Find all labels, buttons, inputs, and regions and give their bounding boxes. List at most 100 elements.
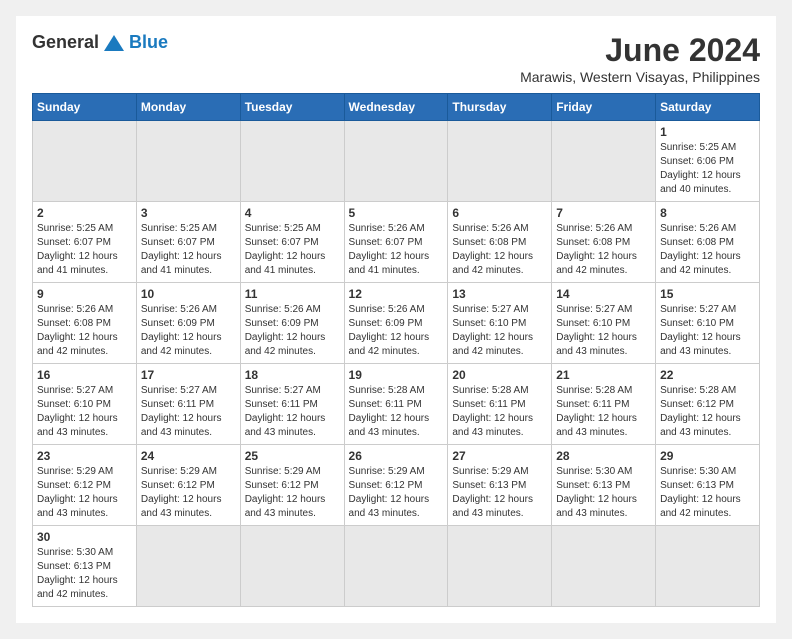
- calendar-cell: 17 Sunrise: 5:27 AM Sunset: 6:11 PM Dayli…: [136, 364, 240, 445]
- calendar-cell: 16Sunrise: 5:27 AM Sunset: 6:10 PM Dayli…: [33, 364, 137, 445]
- day-number: 23: [37, 449, 132, 463]
- calendar-cell: 7 Sunrise: 5:26 AM Sunset: 6:08 PM Daylig…: [552, 202, 656, 283]
- calendar-cell: 29Sunrise: 5:30 AM Sunset: 6:13 PM Dayli…: [656, 445, 760, 526]
- calendar-table: Sunday Monday Tuesday Wednesday Thursday…: [32, 93, 760, 607]
- day-info: Sunrise: 5:27 AM Sunset: 6:10 PM Dayligh…: [660, 303, 755, 359]
- day-info: Sunrise: 5:26 AM Sunset: 6:07 PM Dayligh…: [349, 222, 444, 278]
- day-number: 11: [245, 287, 340, 301]
- calendar-cell: [344, 526, 448, 607]
- calendar-cell: 25 Sunrise: 5:29 AM Sunset: 6:12 PM Dayli…: [240, 445, 344, 526]
- day-info: Sunrise: 5:29 AM Sunset: 6:12 PM Dayligh…: [245, 465, 340, 521]
- calendar-cell: 24 Sunrise: 5:29 AM Sunset: 6:12 PM Dayli…: [136, 445, 240, 526]
- day-info: Sunrise: 5:29 AM Sunset: 6:13 PM Dayligh…: [452, 465, 547, 521]
- calendar-cell: 30 Sunrise: 5:30 AM Sunset: 6:13 PM Dayli…: [33, 526, 137, 607]
- calendar-cell: 27 Sunrise: 5:29 AM Sunset: 6:13 PM Dayli…: [448, 445, 552, 526]
- day-info: Sunrise: 5:29 AM Sunset: 6:12 PM Dayligh…: [37, 465, 132, 521]
- day-number: 5: [349, 206, 444, 220]
- calendar-cell: [136, 526, 240, 607]
- day-number: 25: [245, 449, 340, 463]
- calendar-week-row: 2 Sunrise: 5:25 AM Sunset: 6:07 PM Daylig…: [33, 202, 760, 283]
- calendar-cell: 20 Sunrise: 5:28 AM Sunset: 6:11 PM Dayli…: [448, 364, 552, 445]
- day-info: Sunrise: 5:27 AM Sunset: 6:11 PM Dayligh…: [141, 384, 236, 440]
- day-info: Sunrise: 5:28 AM Sunset: 6:12 PM Dayligh…: [660, 384, 755, 440]
- day-number: 24: [141, 449, 236, 463]
- day-info: Sunrise: 5:28 AM Sunset: 6:11 PM Dayligh…: [452, 384, 547, 440]
- title-block: June 2024 Marawis, Western Visayas, Phil…: [520, 32, 760, 85]
- day-number: 6: [452, 206, 547, 220]
- col-saturday: Saturday: [656, 94, 760, 121]
- day-info: Sunrise: 5:26 AM Sunset: 6:08 PM Dayligh…: [452, 222, 547, 278]
- day-number: 3: [141, 206, 236, 220]
- calendar-cell: [33, 121, 137, 202]
- day-info: Sunrise: 5:26 AM Sunset: 6:09 PM Dayligh…: [349, 303, 444, 359]
- calendar-cell: 26Sunrise: 5:29 AM Sunset: 6:12 PM Dayli…: [344, 445, 448, 526]
- calendar-week-row: 23 Sunrise: 5:29 AM Sunset: 6:12 PM Dayli…: [33, 445, 760, 526]
- day-number: 9: [37, 287, 132, 301]
- day-info: Sunrise: 5:30 AM Sunset: 6:13 PM Dayligh…: [660, 465, 755, 521]
- col-sunday: Sunday: [33, 94, 137, 121]
- calendar-cell: 3Sunrise: 5:25 AM Sunset: 6:07 PM Daylig…: [136, 202, 240, 283]
- calendar-cell: [552, 526, 656, 607]
- calendar-week-row: 9 Sunrise: 5:26 AM Sunset: 6:08 PM Daylig…: [33, 283, 760, 364]
- calendar-week-row: 16Sunrise: 5:27 AM Sunset: 6:10 PM Dayli…: [33, 364, 760, 445]
- day-info: Sunrise: 5:26 AM Sunset: 6:08 PM Dayligh…: [660, 222, 755, 278]
- day-info: Sunrise: 5:30 AM Sunset: 6:13 PM Dayligh…: [37, 546, 132, 602]
- calendar-cell: 22 Sunrise: 5:28 AM Sunset: 6:12 PM Dayli…: [656, 364, 760, 445]
- day-number: 27: [452, 449, 547, 463]
- day-number: 17: [141, 368, 236, 382]
- calendar-cell: 23 Sunrise: 5:29 AM Sunset: 6:12 PM Dayli…: [33, 445, 137, 526]
- calendar-page: General Blue June 2024 Marawis, Western …: [16, 16, 776, 623]
- month-title: June 2024: [520, 32, 760, 69]
- day-info: Sunrise: 5:28 AM Sunset: 6:11 PM Dayligh…: [349, 384, 444, 440]
- calendar-cell: 1 Sunrise: 5:25 AM Sunset: 6:06 PM Daylig…: [656, 121, 760, 202]
- calendar-cell: 19Sunrise: 5:28 AM Sunset: 6:11 PM Dayli…: [344, 364, 448, 445]
- day-number: 12: [349, 287, 444, 301]
- calendar-cell: [344, 121, 448, 202]
- logo-text: General: [32, 32, 99, 53]
- day-number: 20: [452, 368, 547, 382]
- calendar-cell: 2 Sunrise: 5:25 AM Sunset: 6:07 PM Daylig…: [33, 202, 137, 283]
- calendar-cell: [240, 121, 344, 202]
- day-number: 2: [37, 206, 132, 220]
- day-number: 1: [660, 125, 755, 139]
- day-number: 21: [556, 368, 651, 382]
- day-number: 18: [245, 368, 340, 382]
- day-number: 4: [245, 206, 340, 220]
- col-thursday: Thursday: [448, 94, 552, 121]
- day-info: Sunrise: 5:28 AM Sunset: 6:11 PM Dayligh…: [556, 384, 651, 440]
- day-info: Sunrise: 5:26 AM Sunset: 6:08 PM Dayligh…: [37, 303, 132, 359]
- calendar-cell: 18 Sunrise: 5:27 AM Sunset: 6:11 PM Dayli…: [240, 364, 344, 445]
- day-info: Sunrise: 5:25 AM Sunset: 6:06 PM Dayligh…: [660, 141, 755, 197]
- day-number: 22: [660, 368, 755, 382]
- calendar-cell: 5 Sunrise: 5:26 AM Sunset: 6:07 PM Daylig…: [344, 202, 448, 283]
- calendar-cell: [240, 526, 344, 607]
- page-header: General Blue June 2024 Marawis, Western …: [32, 32, 760, 85]
- calendar-cell: 4Sunrise: 5:25 AM Sunset: 6:07 PM Daylig…: [240, 202, 344, 283]
- calendar-cell: 9 Sunrise: 5:26 AM Sunset: 6:08 PM Daylig…: [33, 283, 137, 364]
- day-number: 14: [556, 287, 651, 301]
- col-wednesday: Wednesday: [344, 94, 448, 121]
- day-number: 7: [556, 206, 651, 220]
- day-info: Sunrise: 5:29 AM Sunset: 6:12 PM Dayligh…: [141, 465, 236, 521]
- col-tuesday: Tuesday: [240, 94, 344, 121]
- day-number: 30: [37, 530, 132, 544]
- day-info: Sunrise: 5:27 AM Sunset: 6:10 PM Dayligh…: [37, 384, 132, 440]
- day-number: 26: [349, 449, 444, 463]
- calendar-cell: 13Sunrise: 5:27 AM Sunset: 6:10 PM Dayli…: [448, 283, 552, 364]
- day-info: Sunrise: 5:26 AM Sunset: 6:08 PM Dayligh…: [556, 222, 651, 278]
- calendar-cell: 14 Sunrise: 5:27 AM Sunset: 6:10 PM Dayli…: [552, 283, 656, 364]
- day-info: Sunrise: 5:27 AM Sunset: 6:10 PM Dayligh…: [556, 303, 651, 359]
- calendar-cell: 12 Sunrise: 5:26 AM Sunset: 6:09 PM Dayli…: [344, 283, 448, 364]
- day-info: Sunrise: 5:26 AM Sunset: 6:09 PM Dayligh…: [141, 303, 236, 359]
- calendar-cell: [448, 121, 552, 202]
- day-info: Sunrise: 5:25 AM Sunset: 6:07 PM Dayligh…: [37, 222, 132, 278]
- day-number: 15: [660, 287, 755, 301]
- logo: General Blue: [32, 32, 168, 53]
- calendar-cell: [552, 121, 656, 202]
- calendar-cell: [136, 121, 240, 202]
- day-info: Sunrise: 5:27 AM Sunset: 6:10 PM Dayligh…: [452, 303, 547, 359]
- calendar-header-row: Sunday Monday Tuesday Wednesday Thursday…: [33, 94, 760, 121]
- day-info: Sunrise: 5:27 AM Sunset: 6:11 PM Dayligh…: [245, 384, 340, 440]
- calendar-cell: 11Sunrise: 5:26 AM Sunset: 6:09 PM Dayli…: [240, 283, 344, 364]
- col-friday: Friday: [552, 94, 656, 121]
